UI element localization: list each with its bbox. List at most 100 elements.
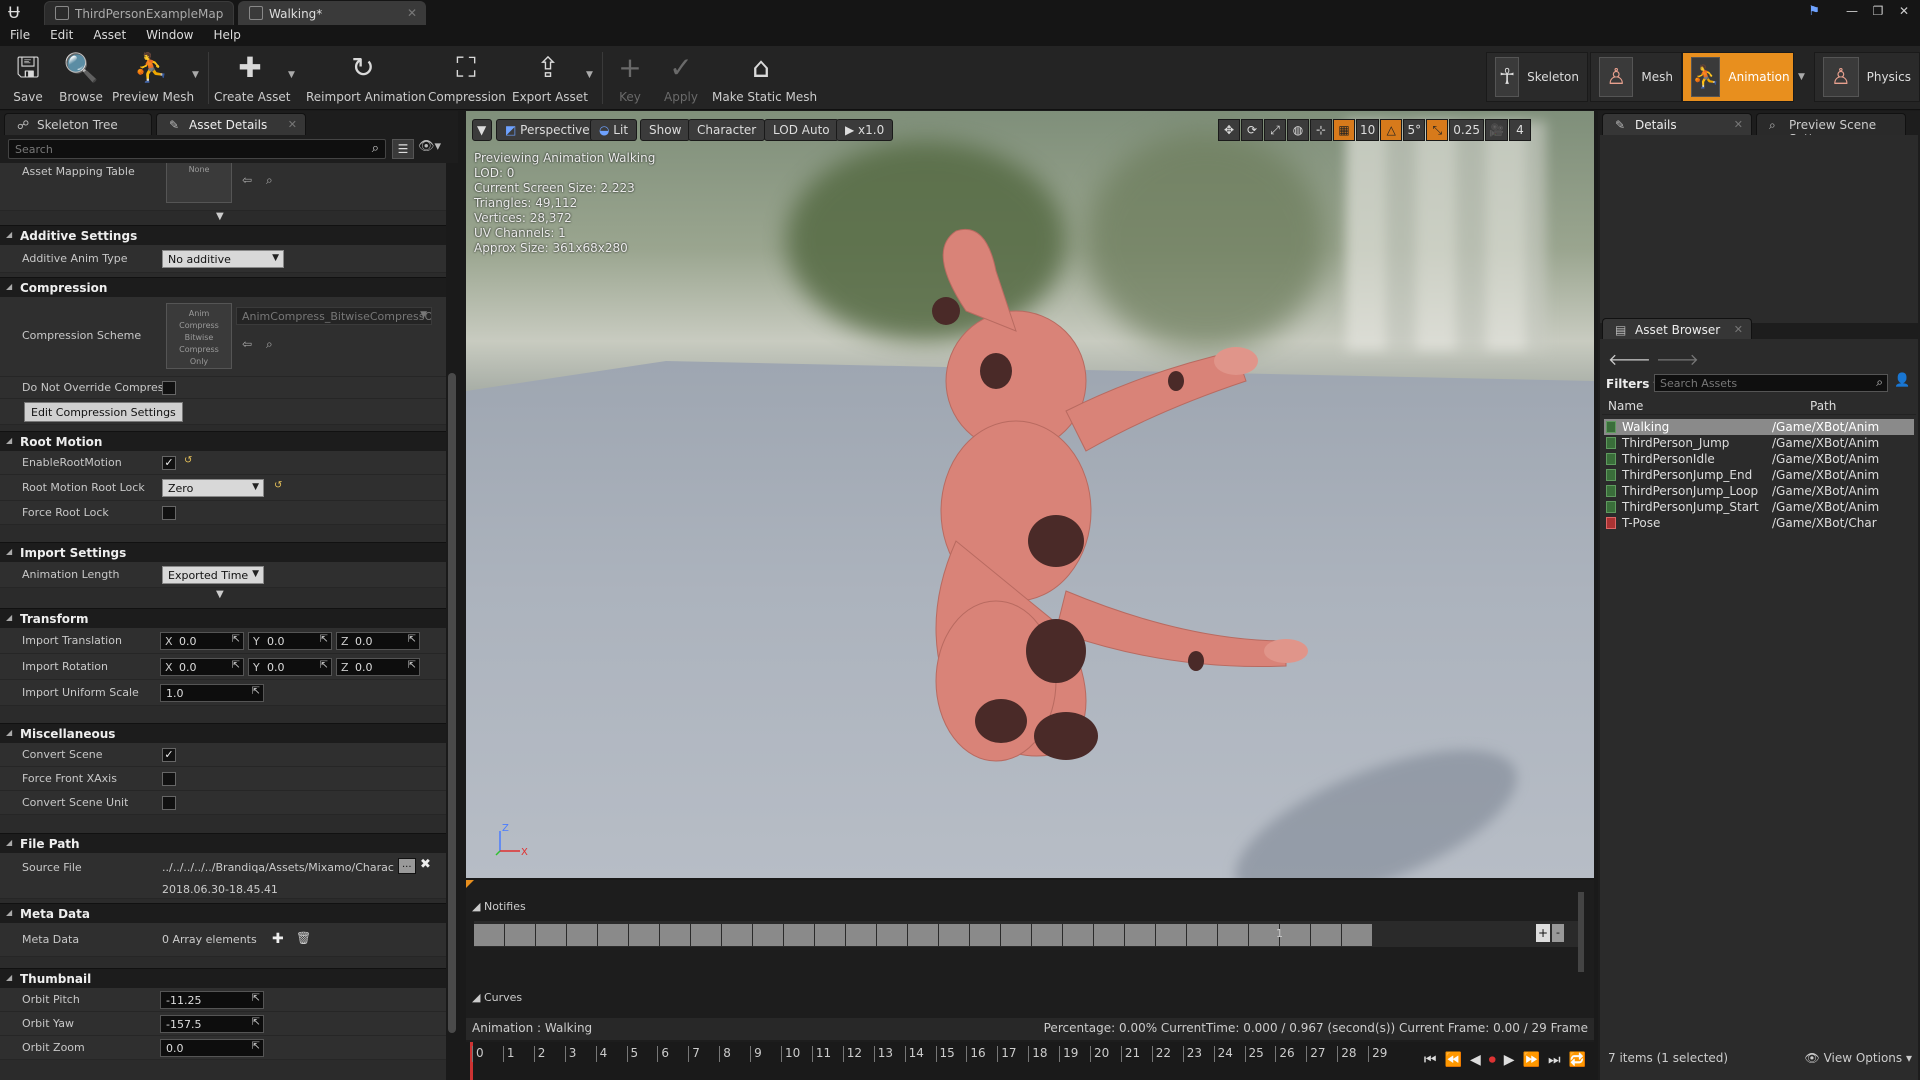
curves-track-header[interactable]: ◢ Curves	[472, 991, 522, 1004]
menu-edit[interactable]: Edit	[40, 26, 83, 46]
perspective-button[interactable]: ◩ Perspective	[496, 119, 599, 141]
rotate-icon[interactable]: ⟳	[1241, 119, 1263, 141]
asset-row[interactable]: ThirdPersonJump_Loop /Game/XBot/Anim	[1604, 483, 1914, 499]
asset-row[interactable]: Walking /Game/XBot/Anim	[1604, 419, 1914, 435]
notify-cell[interactable]	[815, 924, 845, 946]
notify-cell[interactable]	[753, 924, 783, 946]
category-thumbnail[interactable]: Thumbnail	[0, 968, 446, 988]
apply-button[interactable]: ✓ Apply	[658, 48, 704, 106]
translation-y-field[interactable]: Y 0.0 ⇱	[248, 632, 332, 650]
translate-icon[interactable]: ✥	[1218, 119, 1240, 141]
notify-cell[interactable]	[1125, 924, 1155, 946]
camera-speed-icon[interactable]: 🎥	[1485, 119, 1508, 141]
orbit-pitch-field[interactable]: -11.25 ⇱	[160, 991, 264, 1009]
character-mesh[interactable]	[766, 211, 1366, 791]
add-track-button[interactable]: +	[1536, 924, 1550, 942]
notify-cell[interactable]	[1280, 924, 1310, 946]
notify-cell[interactable]	[1094, 924, 1124, 946]
convert-scene-unit-checkbox[interactable]	[162, 796, 176, 810]
force-front-xaxis-checkbox[interactable]	[162, 772, 176, 786]
orbit-zoom-field[interactable]: 0.0 ⇱	[160, 1039, 264, 1057]
export-asset-button[interactable]: ⇪ Export Asset	[512, 48, 588, 106]
notify-cell[interactable]	[691, 924, 721, 946]
expand-advanced-icon[interactable]: ▼	[216, 589, 224, 600]
view-options-button[interactable]: 👁 View Options ▾	[1805, 1051, 1913, 1065]
root-lock-select[interactable]: Zero ▼	[162, 479, 264, 497]
category-additive-settings[interactable]: Additive Settings	[0, 225, 446, 245]
use-selected-icon[interactable]: ⇦	[242, 337, 252, 351]
column-name[interactable]: Name	[1608, 399, 1643, 413]
save-button[interactable]: 🖫 Save	[6, 48, 50, 106]
category-miscellaneous[interactable]: Miscellaneous	[0, 723, 446, 743]
delete-icon[interactable]: 🗑	[296, 931, 311, 945]
key-button[interactable]: + Key	[610, 48, 650, 106]
notify-cell[interactable]	[1063, 924, 1093, 946]
scale-icon[interactable]: ⤢	[1264, 119, 1286, 141]
close-window-icon[interactable]: ✕	[1892, 2, 1916, 20]
tab-skeleton-tree[interactable]: ☍ Skeleton Tree	[4, 113, 152, 135]
reset-to-default-icon[interactable]: ↺	[274, 480, 282, 491]
skip-to-end-icon[interactable]: ⏭	[1548, 1052, 1561, 1068]
notify-cell[interactable]	[1001, 924, 1031, 946]
asset-row[interactable]: ThirdPerson_Jump /Game/XBot/Anim	[1604, 435, 1914, 451]
add-element-icon[interactable]: ✚	[272, 931, 284, 947]
rotation-y-field[interactable]: Y 0.0 ⇱	[248, 658, 332, 676]
notify-cell[interactable]	[1249, 924, 1279, 946]
compression-scheme-thumbnail[interactable]: Anim Compress Bitwise Compress Only	[166, 303, 232, 369]
remove-track-button[interactable]: -	[1552, 924, 1564, 942]
notify-cell[interactable]	[567, 924, 597, 946]
notify-cell[interactable]	[939, 924, 969, 946]
notify-cell[interactable]	[846, 924, 876, 946]
asset-row[interactable]: T-Pose /Game/XBot/Char	[1604, 515, 1914, 531]
grid-snap-icon[interactable]: ▦	[1333, 119, 1355, 141]
close-icon[interactable]: ✕	[407, 6, 417, 20]
notify-cell[interactable]	[908, 924, 938, 946]
animation-length-select[interactable]: Exported Time ▼	[162, 566, 264, 584]
rotation-z-field[interactable]: Z 0.0 ⇱	[336, 658, 420, 676]
menu-asset[interactable]: Asset	[83, 26, 136, 46]
preview-mesh-button[interactable]: ⛹ Preview Mesh	[112, 48, 194, 106]
playback-speed-button[interactable]: ▶ x1.0	[836, 119, 894, 141]
asset-row[interactable]: ThirdPersonJump_End /Game/XBot/Anim	[1604, 467, 1914, 483]
category-root-motion[interactable]: Root Motion	[0, 431, 446, 451]
menu-file[interactable]: File	[0, 26, 40, 46]
animation-viewport[interactable]: Previewing Animation Walking LOD: 0 Curr…	[466, 111, 1594, 878]
tab-walking[interactable]: Walking* ✕	[238, 1, 426, 25]
surface-snap-icon[interactable]: ⊹	[1310, 119, 1332, 141]
translation-z-field[interactable]: Z 0.0 ⇱	[336, 632, 420, 650]
mode-mesh[interactable]: ♙ Mesh	[1590, 52, 1682, 102]
make-static-mesh-button[interactable]: ⌂ Make Static Mesh	[712, 48, 817, 106]
mode-physics[interactable]: ♙ Physics	[1814, 52, 1920, 102]
use-selected-icon[interactable]: ⇦	[242, 173, 252, 187]
category-compression[interactable]: Compression	[0, 277, 446, 297]
lod-button[interactable]: LOD Auto	[764, 119, 839, 141]
notify-cell[interactable]	[784, 924, 814, 946]
play-icon[interactable]: ▶	[1504, 1052, 1515, 1068]
skip-to-start-icon[interactable]: ⏮	[1424, 1052, 1437, 1068]
browse-asset-icon[interactable]: ⌕	[266, 337, 273, 352]
do-not-override-checkbox[interactable]	[162, 381, 176, 395]
close-icon[interactable]: ✕	[288, 118, 297, 131]
force-root-lock-checkbox[interactable]	[162, 506, 176, 520]
notify-cell[interactable]	[970, 924, 1000, 946]
asset-search-input[interactable]: Search Assets ⌕	[1654, 374, 1888, 392]
notify-cell[interactable]	[474, 924, 504, 946]
export-dropdown-icon[interactable]: ▼	[586, 70, 593, 80]
details-search-input[interactable]: Search ⌕	[8, 139, 386, 159]
compression-scheme-select[interactable]: AnimCompress_BitwiseCompressOn ▼	[236, 307, 432, 325]
asset-mapping-thumbnail[interactable]: None	[166, 163, 232, 203]
notify-cell[interactable]	[1311, 924, 1341, 946]
enable-root-motion-checkbox[interactable]: ✓	[162, 456, 176, 470]
browse-button[interactable]: 🔍 Browse	[56, 48, 106, 106]
create-asset-dropdown-icon[interactable]: ▼	[288, 70, 295, 80]
maximize-icon[interactable]: ❐	[1866, 2, 1890, 20]
property-matrix-button[interactable]: ☰	[392, 139, 414, 159]
compression-button[interactable]: ⛶ Compression	[428, 48, 506, 106]
notifies-cells[interactable]	[474, 924, 1372, 946]
menu-window[interactable]: Window	[136, 26, 203, 46]
additive-anim-type-select[interactable]: No additive ▼	[162, 250, 284, 268]
timeline-scrubber[interactable]: 0 1 2 3 4 5 6 7 8 9 10 11 12 13 14 15 16 17 18 19 20 21 22 23 24…	[466, 1042, 1594, 1080]
scale-snap-icon[interactable]: ⤡	[1426, 119, 1449, 141]
scrollbar-thumb[interactable]	[448, 373, 456, 1033]
play-reverse-icon[interactable]: ◀	[1470, 1052, 1481, 1068]
